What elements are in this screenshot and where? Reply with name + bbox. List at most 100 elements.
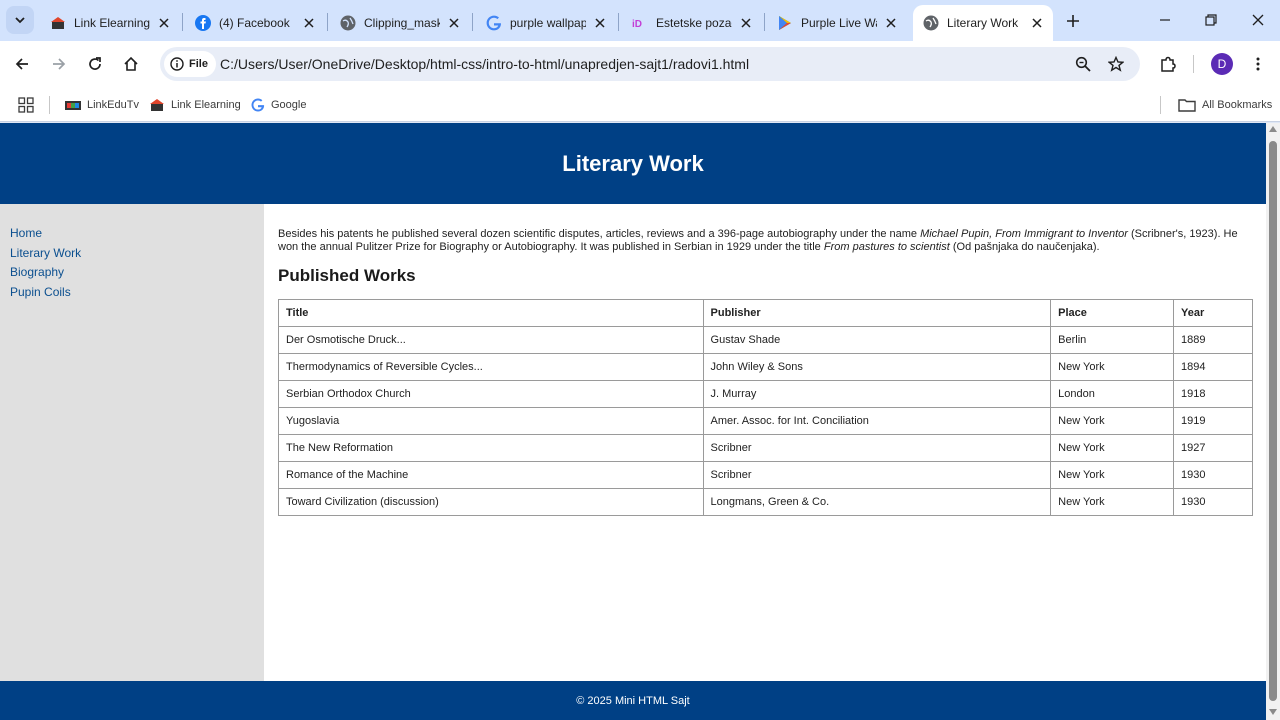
close-icon[interactable]	[446, 15, 462, 31]
close-icon	[1252, 14, 1264, 26]
page-viewport: Literary Work Home Literary Work Biograp…	[0, 123, 1280, 720]
back-button[interactable]	[9, 51, 35, 77]
scroll-up-arrow-icon[interactable]	[1269, 126, 1277, 132]
intro-text: (Od pašnjaka do naučenjaka).	[949, 241, 1100, 253]
table-row: Thermodynamics of Reversible Cycles... Jo…	[278, 353, 1253, 381]
bookmark-linkedutv[interactable]: LinkEduTv	[65, 95, 139, 115]
menu-button[interactable]	[1245, 51, 1271, 77]
table-cell: Der Osmotische Druck...	[278, 326, 704, 354]
table-cell: Thermodynamics of Reversible Cycles...	[278, 353, 704, 381]
globe-favicon-icon	[923, 15, 939, 31]
google-favicon-icon	[486, 15, 502, 31]
column-header: Place	[1050, 299, 1175, 327]
table-cell: Gustav Shade	[702, 326, 1052, 354]
tab-clipping-mask[interactable]: Clipping_mask	[330, 5, 470, 41]
bookmark-label: Google	[271, 99, 307, 111]
close-icon[interactable]	[883, 15, 899, 31]
close-icon[interactable]	[1029, 15, 1045, 31]
works-table: Title Publisher Place Year Der Osmotisch…	[278, 299, 1253, 516]
table-cell: Berlin	[1050, 326, 1175, 354]
restore-button[interactable]	[1199, 8, 1223, 32]
table-cell: New York	[1050, 461, 1175, 489]
close-icon[interactable]	[592, 15, 608, 31]
forward-button[interactable]	[46, 51, 72, 77]
apps-button[interactable]	[18, 95, 34, 115]
tab-search-button[interactable]	[6, 6, 34, 34]
bookmark-google[interactable]: Google	[251, 95, 306, 115]
tab-purple-live-wallpaper[interactable]: Purple Live Wallpaper	[767, 5, 907, 41]
intro-text: Besides his patents he published several…	[278, 228, 921, 240]
extensions-button[interactable]	[1155, 51, 1181, 77]
table-row: Serbian Orthodox Church J. Murray London 19…	[278, 380, 1253, 408]
page-header: Literary Work	[0, 123, 1266, 204]
more-vertical-icon	[1256, 57, 1260, 71]
table-cell: Scribner	[702, 461, 1052, 489]
tab-link-elearning[interactable]: Link Elearning	[40, 5, 180, 41]
zoom-button[interactable]	[1073, 54, 1093, 74]
close-icon[interactable]	[156, 15, 172, 31]
tab-label: Purple Live Wallpaper	[801, 16, 877, 30]
bookmark-link-elearning[interactable]: Link Elearning	[149, 95, 241, 115]
column-header: Year	[1173, 299, 1253, 327]
tab-facebook[interactable]: (4) Facebook	[185, 5, 325, 41]
browser-toolbar: File C:/Users/User/OneDrive/Desktop/html…	[0, 41, 1280, 88]
restore-icon	[1205, 14, 1217, 26]
sidebar-item-home[interactable]: Home	[10, 224, 264, 244]
table-cell: New York	[1050, 488, 1175, 516]
globe-favicon-icon	[340, 15, 356, 31]
bookmarks-bar: LinkEduTv Link Elearning Google All Book…	[0, 88, 1280, 122]
tab-purple-wallpaper[interactable]: purple wallpaper	[476, 5, 616, 41]
table-row: Yugoslavia Amer. Assoc. for Int. Concilia…	[278, 407, 1253, 435]
bookmark-separator	[49, 96, 50, 114]
table-cell: New York	[1050, 434, 1175, 462]
sidebar-item-biography[interactable]: Biography	[10, 263, 264, 283]
scrollbar-thumb[interactable]	[1269, 141, 1277, 701]
svg-text:iD: iD	[632, 19, 642, 29]
works-heading: Published Works	[278, 266, 416, 285]
close-icon[interactable]	[738, 15, 754, 31]
reload-button[interactable]	[82, 51, 108, 77]
toolbar-separator	[1193, 55, 1194, 73]
column-header: Publisher	[702, 299, 1052, 327]
address-bar[interactable]: File C:/Users/User/OneDrive/Desktop/html…	[160, 47, 1140, 81]
tab-estetske-pozadine[interactable]: iD Estetske pozadine	[622, 5, 762, 41]
scrollbar[interactable]	[1266, 123, 1280, 720]
table-cell: 1894	[1173, 353, 1253, 381]
sidebar: Home Literary Work Biography Pupin Coils	[0, 204, 264, 681]
minimize-button[interactable]	[1153, 8, 1177, 32]
url-text[interactable]: C:/Users/User/OneDrive/Desktop/html-css/…	[220, 56, 749, 72]
scroll-down-arrow-icon[interactable]	[1269, 709, 1277, 715]
star-icon	[1108, 56, 1124, 72]
page-title: Literary Work	[562, 150, 704, 176]
profile-avatar[interactable]: D	[1211, 53, 1233, 75]
tab-label: Literary Work	[947, 16, 1019, 30]
chevron-down-icon	[15, 17, 25, 24]
table-cell: 1930	[1173, 461, 1253, 489]
sidebar-item-literary-work[interactable]: Literary Work	[10, 244, 264, 264]
tab-label: Estetske pozadine	[656, 16, 732, 30]
table-cell: London	[1050, 380, 1175, 408]
tab-separator	[618, 13, 619, 31]
table-cell: 1919	[1173, 407, 1253, 435]
all-bookmarks-button[interactable]: All Bookmarks	[1178, 95, 1272, 115]
close-icon[interactable]	[301, 15, 317, 31]
footer-text: © 2025 Mini HTML Sajt	[576, 694, 690, 707]
bookmark-separator	[1160, 96, 1161, 114]
table-cell: Longmans, Green & Co.	[702, 488, 1052, 516]
tab-separator	[182, 13, 183, 31]
table-cell: J. Murray	[702, 380, 1052, 408]
tab-strip: Link Elearning (4) Facebook Clipping_mas…	[0, 0, 1280, 41]
table-cell: 1889	[1173, 326, 1253, 354]
table-cell: Romance of the Machine	[278, 461, 704, 489]
google-favicon-icon	[251, 98, 265, 112]
tab-literary-work[interactable]: Literary Work	[913, 5, 1053, 41]
new-tab-button[interactable]	[1062, 10, 1084, 32]
table-row: The New Reformation Scribner New York 1927	[278, 434, 1253, 462]
home-button[interactable]	[118, 51, 144, 77]
bookmark-star-button[interactable]	[1106, 54, 1126, 74]
tab-label: purple wallpaper	[510, 16, 586, 30]
tab-separator	[764, 13, 765, 31]
sidebar-item-pupin-coils[interactable]: Pupin Coils	[10, 283, 264, 303]
close-window-button[interactable]	[1246, 8, 1270, 32]
site-info-chip[interactable]: File	[164, 51, 216, 77]
